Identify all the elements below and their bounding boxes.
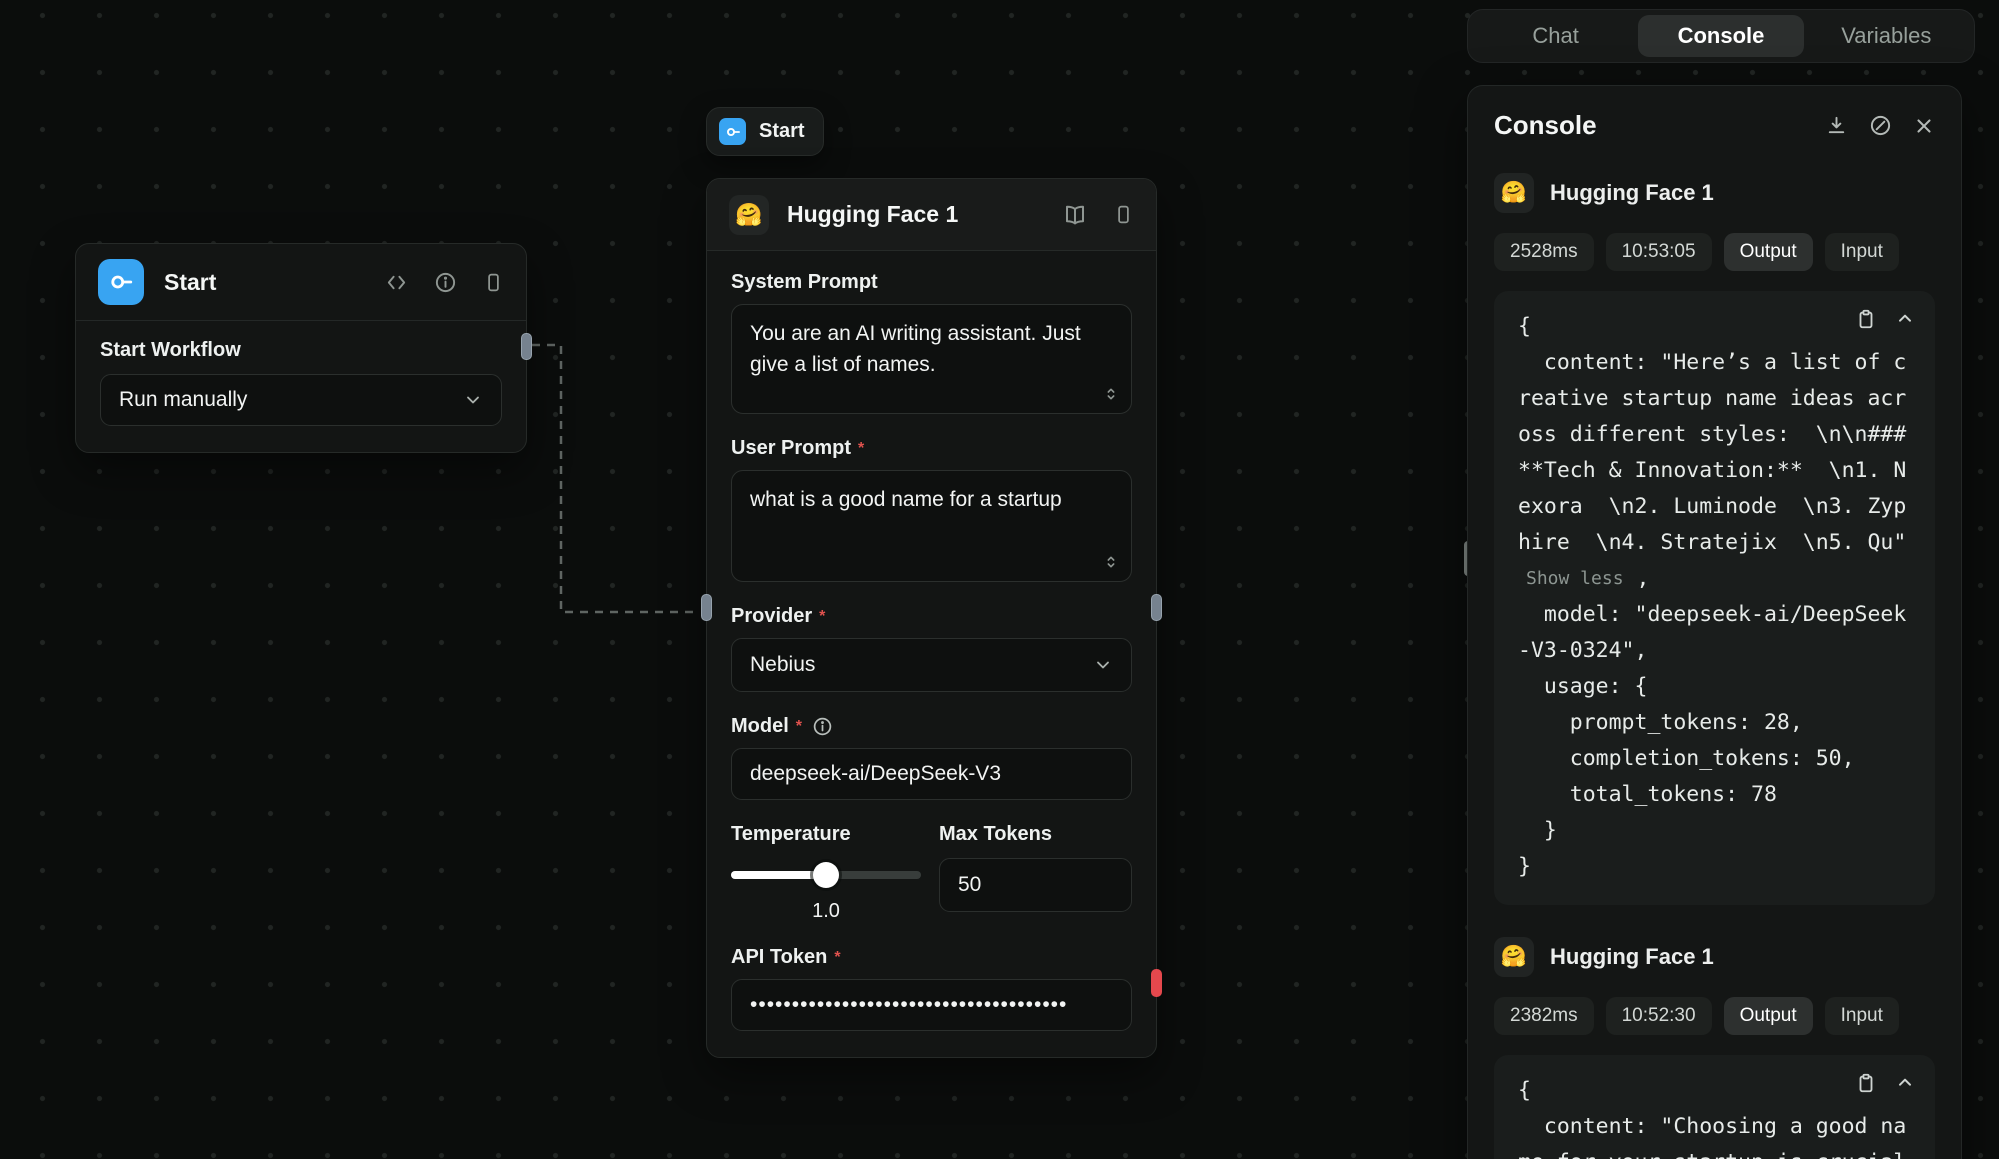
run-mode-value: Run manually: [119, 388, 247, 412]
required-asterisk: *: [819, 608, 825, 626]
api-token-field: API Token * ••••••••••••••••••••••••••••…: [731, 946, 1132, 1031]
console-entry: 🤗 Hugging Face 1 2528ms 10:53:05 Output …: [1494, 173, 1935, 905]
run-mode-select[interactable]: Run manually: [100, 374, 502, 426]
entry-node-name: Hugging Face 1: [1550, 180, 1714, 206]
console-entry: 🤗 Hugging Face 1 2382ms 10:52:30 Output …: [1494, 937, 1935, 1159]
code-text: model: "deepseek-ai/DeepSeek -V3-0324", …: [1518, 597, 1911, 885]
output-code-block: { content: "Choosing a good na me for yo…: [1494, 1055, 1935, 1159]
user-prompt-textarea[interactable]: what is a good name for a startup: [731, 470, 1132, 582]
max-tokens-input[interactable]: 50: [939, 858, 1132, 912]
model-value: deepseek-ai/DeepSeek-V3: [750, 762, 1001, 786]
start-tag-label: Start: [759, 120, 805, 143]
code-text: { content: "Choosing a good na me for yo…: [1518, 1073, 1911, 1159]
input-tab-badge[interactable]: Input: [1825, 233, 1899, 271]
huggingface-node-header[interactable]: 🤗 Hugging Face 1: [707, 179, 1156, 251]
provider-label: Provider: [731, 605, 812, 628]
max-tokens-label: Max Tokens: [939, 823, 1132, 846]
system-prompt-field: System Prompt You are an AI writing assi…: [731, 271, 1132, 414]
output-tab-badge[interactable]: Output: [1724, 997, 1813, 1035]
tab-chat[interactable]: Chat: [1473, 15, 1638, 57]
api-token-label: API Token: [731, 946, 827, 969]
right-panel-tabbar: Chat Console Variables: [1467, 9, 1975, 63]
max-tokens-value: 50: [958, 873, 981, 897]
api-token-masked-value: ••••••••••••••••••••••••••••••••••••••: [750, 993, 1067, 1017]
temperature-field: Temperature 1.0: [731, 823, 921, 923]
info-icon[interactable]: [812, 716, 833, 737]
info-icon[interactable]: [434, 271, 457, 294]
timestamp-badge: 10:52:30: [1606, 997, 1712, 1035]
log-panel-icon[interactable]: [1113, 203, 1134, 226]
log-panel-icon[interactable]: [483, 271, 504, 294]
temperature-label: Temperature: [731, 823, 921, 846]
temperature-maxtokens-row: Temperature 1.0 Max Tokens 50: [731, 823, 1132, 923]
close-icon[interactable]: [1913, 115, 1935, 137]
chevron-down-icon: [1093, 655, 1113, 675]
huggingface-node-title: Hugging Face 1: [787, 201, 958, 228]
show-less-button[interactable]: Show less: [1526, 561, 1624, 597]
docs-book-icon[interactable]: [1063, 203, 1087, 227]
model-input[interactable]: deepseek-ai/DeepSeek-V3: [731, 748, 1132, 800]
start-node-title: Start: [164, 269, 216, 296]
slider-knob[interactable]: [813, 862, 839, 888]
user-prompt-field: User Prompt * what is a good name for a …: [731, 437, 1132, 582]
model-label: Model: [731, 715, 789, 738]
output-code-block: { content: "Here’s a list of c reative s…: [1494, 291, 1935, 905]
start-node-icon: [98, 259, 144, 305]
required-asterisk: *: [834, 949, 840, 967]
entry-node-name: Hugging Face 1: [1550, 944, 1714, 970]
start-node-output-handle[interactable]: [521, 333, 532, 360]
user-prompt-value: what is a good name for a startup: [750, 488, 1062, 511]
duration-badge: 2528ms: [1494, 233, 1594, 271]
temperature-value: 1.0: [731, 900, 921, 923]
model-field: Model * deepseek-ai/DeepSeek-V3: [731, 715, 1132, 800]
collapse-chevron-up-icon[interactable]: [1895, 1073, 1915, 1093]
api-token-input[interactable]: ••••••••••••••••••••••••••••••••••••••: [731, 979, 1132, 1031]
provider-value: Nebius: [750, 653, 815, 677]
user-prompt-label: User Prompt: [731, 437, 851, 460]
system-prompt-value: You are an AI writing assistant. Just gi…: [750, 322, 1081, 376]
download-icon[interactable]: [1825, 114, 1848, 137]
system-prompt-textarea[interactable]: You are an AI writing assistant. Just gi…: [731, 304, 1132, 414]
chevron-down-icon: [463, 390, 483, 410]
expand-updown-icon[interactable]: [1103, 553, 1119, 571]
api-token-error-handle[interactable]: [1151, 969, 1162, 997]
max-tokens-field: Max Tokens 50: [939, 823, 1132, 923]
provider-field: Provider * Nebius: [731, 605, 1132, 692]
tab-variables[interactable]: Variables: [1804, 15, 1969, 57]
timestamp-badge: 10:53:05: [1606, 233, 1712, 271]
duration-badge: 2382ms: [1494, 997, 1594, 1035]
output-tab-badge[interactable]: Output: [1724, 233, 1813, 271]
huggingface-emoji-icon: 🤗: [1494, 173, 1534, 213]
start-group-tag[interactable]: Start: [706, 107, 824, 156]
start-workflow-label: Start Workflow: [100, 339, 502, 362]
required-asterisk: *: [858, 440, 864, 458]
start-node[interactable]: Start Start Workflow Run manually: [75, 243, 527, 453]
huggingface-emoji-icon: 🤗: [729, 195, 769, 235]
huggingface-node[interactable]: 🤗 Hugging Face 1 System Prompt Y: [706, 178, 1157, 1058]
huggingface-input-handle[interactable]: [701, 594, 712, 621]
huggingface-emoji-icon: 🤗: [1494, 937, 1534, 977]
provider-select[interactable]: Nebius: [731, 638, 1132, 692]
clear-console-icon[interactable]: [1869, 114, 1892, 137]
collapse-chevron-up-icon[interactable]: [1895, 309, 1915, 329]
workflow-canvas[interactable]: Start Start Workflow Run manually: [0, 0, 1999, 1159]
temperature-slider[interactable]: [731, 862, 921, 888]
console-title: Console: [1494, 110, 1597, 141]
copy-icon[interactable]: [1855, 1071, 1877, 1095]
start-node-header[interactable]: Start: [76, 244, 526, 321]
expand-updown-icon[interactable]: [1103, 385, 1119, 403]
console-panel: Console 🤗 Hugging Face 1 2528ms: [1467, 85, 1962, 1159]
code-icon[interactable]: [385, 271, 408, 294]
required-asterisk: *: [796, 718, 802, 736]
huggingface-output-handle[interactable]: [1151, 594, 1162, 621]
tab-console[interactable]: Console: [1638, 15, 1803, 57]
system-prompt-label: System Prompt: [731, 271, 878, 294]
copy-icon[interactable]: [1855, 307, 1877, 331]
input-tab-badge[interactable]: Input: [1825, 997, 1899, 1035]
start-tag-icon: [719, 118, 746, 145]
code-text: { content: "Here’s a list of c reative s…: [1518, 309, 1911, 561]
